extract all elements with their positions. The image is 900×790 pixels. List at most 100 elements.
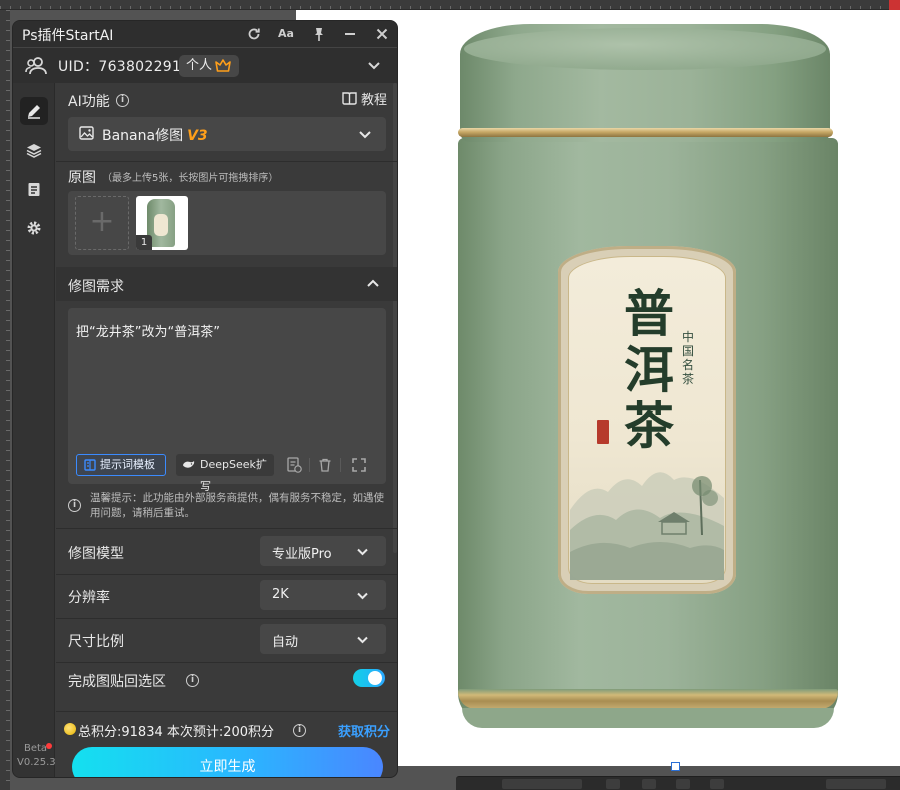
tutorial-link[interactable]: 教程 xyxy=(361,89,387,108)
minimize-icon[interactable] xyxy=(339,24,361,44)
panel-titlebar: Ps插件StartAI Aa xyxy=(13,21,397,47)
ai-function-value: Banana修图 xyxy=(102,128,184,144)
layers-icon xyxy=(26,144,42,158)
resolution-label: 分辨率 xyxy=(68,590,110,606)
gear-icon xyxy=(27,221,41,235)
chevron-down-icon xyxy=(357,548,368,556)
ruler-marker xyxy=(889,0,900,10)
account-type-badge[interactable]: 个人 xyxy=(179,55,239,77)
thumbnail-index: 1 xyxy=(136,235,152,250)
user-uid: UID：763802291 xyxy=(58,59,182,75)
pin-icon[interactable] xyxy=(308,24,330,44)
sidebar-item-clipboard[interactable] xyxy=(20,175,48,203)
paste-back-label: 完成图贴回选区 xyxy=(68,674,166,690)
notice-info-icon: i xyxy=(68,499,81,512)
fullscreen-icon[interactable] xyxy=(351,457,367,473)
points-summary: 总积分:91834 本次预计:200积分 xyxy=(78,725,275,740)
tea-can-gold-band-bottom xyxy=(458,689,838,709)
left-ruler xyxy=(0,10,10,790)
font-size-button[interactable]: Aa xyxy=(275,24,297,44)
chevron-down-icon xyxy=(359,131,371,139)
version-label: V0.25.3 xyxy=(17,757,56,768)
model-value: 专业版Pro xyxy=(272,547,332,562)
source-image-hint: （最多上传5张，长按图片可拖拽排序） xyxy=(102,173,279,184)
users-icon xyxy=(25,57,47,75)
history-icon[interactable] xyxy=(286,457,302,473)
deepseek-expand-label: DeepSeek扩写 xyxy=(200,458,267,493)
panel-content: AI功能 i 教程 Banana修图 V3 原图 （最多上传5张，长按图片可拖拽排… xyxy=(56,83,397,777)
tea-label-subtitle: 中国名茶 xyxy=(681,330,694,386)
coin-icon xyxy=(64,723,76,735)
generate-button[interactable]: 立即生成 xyxy=(72,747,383,777)
model-label: 修图模型 xyxy=(68,546,124,562)
beta-label: Beta xyxy=(24,743,48,754)
requirement-textarea[interactable]: 把“龙井茶”改为“普洱茶” 提示词模板 DeepSeek扩写 xyxy=(68,308,386,493)
toolbar-separator xyxy=(340,458,341,472)
transform-anchor-handle[interactable] xyxy=(671,762,680,771)
tea-can-gold-band-top xyxy=(458,128,833,137)
panel-sidebar: Beta V0.25.3 xyxy=(13,83,56,777)
crown-icon xyxy=(215,59,231,72)
trash-icon[interactable] xyxy=(317,457,333,473)
deepseek-whale-icon xyxy=(183,461,195,468)
ratio-row: 尺寸比例 自动 xyxy=(56,618,397,662)
source-image-label: 原图 xyxy=(68,170,96,186)
tea-label-title: 普洱茶 xyxy=(624,284,674,455)
tea-can-base xyxy=(462,708,834,728)
ai-function-select[interactable]: Banana修图 V3 xyxy=(68,117,386,151)
chevron-down-icon xyxy=(357,636,368,644)
section-divider xyxy=(56,662,397,663)
refresh-icon[interactable] xyxy=(243,24,265,44)
section-divider xyxy=(56,161,397,162)
points-info-icon[interactable]: i xyxy=(293,724,306,737)
ratio-value: 自动 xyxy=(272,635,299,650)
chevron-down-icon xyxy=(357,592,368,600)
ratio-label: 尺寸比例 xyxy=(68,634,124,650)
paste-back-toggle[interactable] xyxy=(353,669,385,687)
pencil-icon xyxy=(28,105,40,119)
resolution-select[interactable]: 2K xyxy=(260,580,386,610)
version-tag: V3 xyxy=(187,128,208,144)
requirement-header[interactable]: 修图需求 xyxy=(56,267,397,301)
resolution-row: 分辨率 2K xyxy=(56,574,397,618)
sidebar-item-settings[interactable] xyxy=(20,214,48,242)
get-points-link[interactable]: 获取积分 xyxy=(338,721,390,740)
chevron-down-icon[interactable] xyxy=(366,57,382,73)
clipboard-icon xyxy=(28,183,40,196)
footer-divider xyxy=(56,711,397,712)
info-icon[interactable]: i xyxy=(116,94,129,107)
book-icon[interactable] xyxy=(342,92,357,105)
resolution-value: 2K xyxy=(272,587,289,602)
panel-title: Ps插件StartAI xyxy=(22,28,114,44)
prompt-template-button[interactable]: 提示词模板 xyxy=(76,454,166,476)
section-divider xyxy=(56,528,397,529)
requirement-text: 把“龙井茶”改为“普洱茶” xyxy=(76,325,220,340)
ai-function-label: AI功能 xyxy=(68,94,110,110)
prompt-template-label: 提示词模板 xyxy=(100,458,155,471)
source-image-area: + 1 xyxy=(68,191,386,255)
model-select[interactable]: 专业版Pro xyxy=(260,536,386,566)
deepseek-expand-button[interactable]: DeepSeek扩写 xyxy=(176,454,274,493)
service-notice: 温馨提示：此功能由外部服务商提供，偶有服务不稳定，如遇使用问题，请稍后重试。 xyxy=(90,492,384,519)
notification-dot xyxy=(46,743,52,749)
toolbar-separator xyxy=(309,458,310,472)
model-row: 修图模型 专业版Pro xyxy=(56,530,397,574)
info-icon[interactable]: i xyxy=(186,674,199,687)
template-icon xyxy=(84,459,96,471)
top-ruler xyxy=(0,0,900,10)
panel-scrollbar[interactable] xyxy=(393,83,397,553)
source-image-thumbnail[interactable]: 1 xyxy=(136,196,188,250)
account-type-label: 个人 xyxy=(186,58,213,73)
image-edit-icon xyxy=(79,126,94,140)
toggle-knob xyxy=(368,671,382,685)
sidebar-item-edit[interactable] xyxy=(20,97,48,125)
add-image-button[interactable]: + xyxy=(75,196,129,250)
startai-plugin-panel: Ps插件StartAI Aa UID：763802291 个人 Beta V0.… xyxy=(12,20,398,778)
ps-contextual-taskbar xyxy=(456,776,900,790)
close-icon[interactable] xyxy=(371,24,393,44)
ratio-select[interactable]: 自动 xyxy=(260,624,386,654)
tea-can-lid-top xyxy=(464,28,826,70)
user-bar[interactable]: UID：763802291 个人 xyxy=(13,47,397,83)
sidebar-item-layers[interactable] xyxy=(20,136,48,164)
ink-landscape xyxy=(570,472,724,580)
